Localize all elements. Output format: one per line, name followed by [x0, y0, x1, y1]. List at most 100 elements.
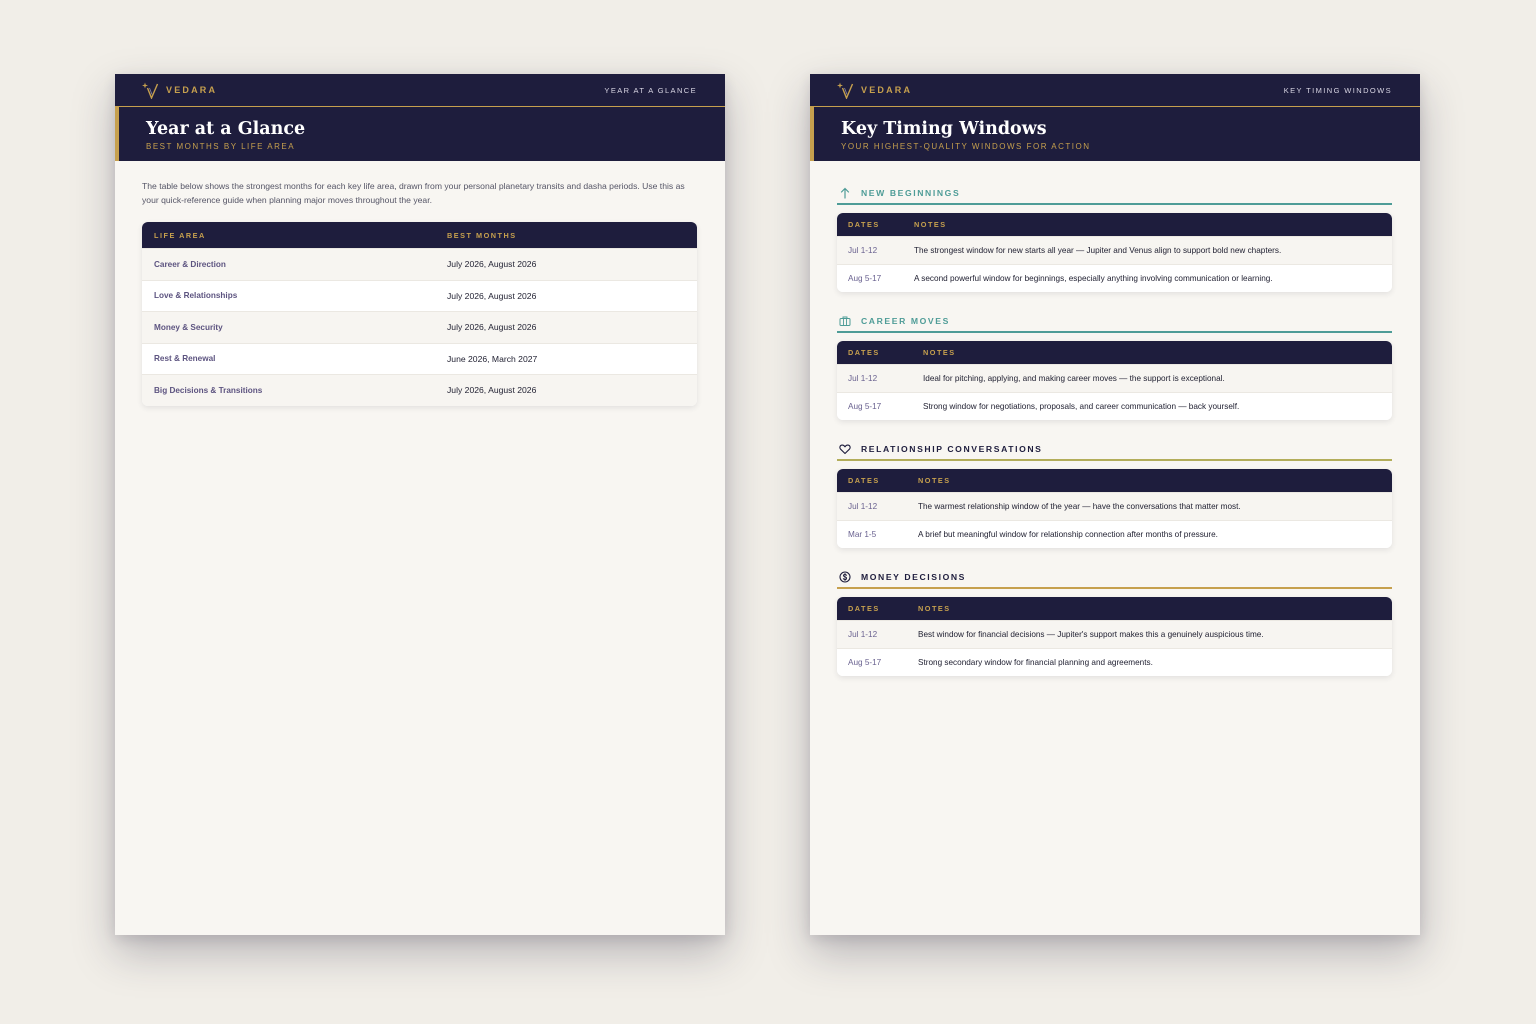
title-band: Year at a Glance BEST MONTHS BY LIFE ARE…	[115, 107, 725, 161]
table-header: DATES NOTES	[837, 469, 1392, 492]
table-header: DATES NOTES	[837, 597, 1392, 620]
section-title: NEW BEGINNINGS	[861, 188, 961, 198]
best-months-cell: July 2026, August 2026	[447, 290, 537, 301]
table-body: Career & Direction July 2026, August 202…	[142, 248, 697, 406]
column-header-life-area: LIFE AREA	[154, 230, 206, 240]
date-cell: Aug 5-17	[848, 274, 882, 283]
heart-icon	[839, 444, 851, 455]
life-area-cell: Big Decisions & Transitions	[154, 385, 263, 395]
section-title: CAREER MOVES	[861, 316, 950, 326]
column-header-dates: DATES	[848, 348, 880, 357]
date-cell: Jul 1-12	[848, 630, 878, 639]
table-header: DATES NOTES	[837, 213, 1392, 236]
column-header-dates: DATES	[848, 220, 880, 229]
best-months-cell: June 2026, March 2027	[447, 353, 538, 364]
brand-name: VEDARA	[166, 85, 218, 95]
best-months-cell: July 2026, August 2026	[447, 259, 537, 270]
table-row: Jul 1-12 The warmest relationship window…	[837, 492, 1392, 520]
page-title: Key Timing Windows	[841, 119, 1047, 139]
column-header-notes: NOTES	[918, 604, 951, 613]
table-row: Rest & Renewal June 2026, March 2027	[142, 342, 697, 374]
table-body: Jul 1-12 Ideal for pitching, applying, a…	[837, 364, 1392, 420]
table-body: Jul 1-12 The strongest window for new st…	[837, 236, 1392, 292]
timing-table: DATES NOTES Jul 1-12 Ideal for pitching,…	[837, 341, 1392, 420]
timing-table: DATES NOTES Jul 1-12 The warmest relatio…	[837, 469, 1392, 548]
timing-table: DATES NOTES Jul 1-12 Best window for fin…	[837, 597, 1392, 676]
page-header-bar: VEDARA KEY TIMING WINDOWS	[810, 74, 1420, 107]
header-section-label: YEAR AT A GLANCE	[604, 85, 697, 95]
column-header-dates: DATES	[848, 604, 880, 613]
note-cell: A second powerful window for beginnings,…	[914, 274, 1273, 283]
brand-name: VEDARA	[861, 85, 913, 95]
date-cell: Jul 1-12	[848, 246, 878, 255]
column-header-dates: DATES	[848, 476, 880, 485]
section-new-beginnings: NEW BEGINNINGS DATES NOTES Jul 1-12 The …	[837, 175, 1392, 292]
title-band: Key Timing Windows YOUR HIGHEST-QUALITY …	[810, 107, 1420, 161]
table-body: Jul 1-12 Best window for financial decis…	[837, 620, 1392, 676]
page-subtitle: BEST MONTHS BY LIFE AREA	[146, 142, 296, 152]
note-cell: Strong secondary window for financial pl…	[918, 658, 1153, 667]
life-area-cell: Career & Direction	[154, 259, 226, 269]
section-title: MONEY DECISIONS	[861, 572, 967, 582]
section-relationship-conversations: RELATIONSHIP CONVERSATIONS DATES NOTES J…	[837, 431, 1392, 548]
section-header: MONEY DECISIONS	[837, 559, 1392, 589]
table-row: Aug 5-17 Strong window for negotiations,…	[837, 392, 1392, 420]
date-cell: Mar 1-5	[848, 530, 877, 539]
note-cell: Ideal for pitching, applying, and making…	[923, 374, 1225, 383]
briefcase-icon	[839, 316, 851, 326]
section-title: RELATIONSHIP CONVERSATIONS	[861, 444, 1043, 454]
section-money-decisions: MONEY DECISIONS DATES NOTES Jul 1-12 Bes…	[837, 559, 1392, 676]
table-header: LIFE AREA BEST MONTHS	[142, 222, 697, 248]
table-row: Aug 5-17 A second powerful window for be…	[837, 264, 1392, 292]
date-cell: Jul 1-12	[848, 502, 878, 511]
table-body: Jul 1-12 The warmest relationship window…	[837, 492, 1392, 548]
page-header-bar: VEDARA YEAR AT A GLANCE	[115, 74, 725, 107]
brand: VEDARA	[142, 81, 217, 99]
header-section-label: KEY TIMING WINDOWS	[1283, 85, 1392, 95]
life-area-cell: Rest & Renewal	[154, 354, 216, 364]
table-row: Jul 1-12 Best window for financial decis…	[837, 620, 1392, 648]
timing-table: DATES NOTES Jul 1-12 The strongest windo…	[837, 213, 1392, 292]
column-header-notes: NOTES	[923, 348, 956, 357]
table-row: Big Decisions & Transitions July 2026, A…	[142, 374, 697, 406]
vedara-logo-icon	[142, 82, 159, 99]
section-header: CAREER MOVES	[837, 303, 1392, 333]
page-key-timing-windows: VEDARA KEY TIMING WINDOWS Key Timing Win…	[810, 74, 1420, 935]
note-cell: A brief but meaningful window for relati…	[918, 530, 1218, 539]
table-header: DATES NOTES	[837, 341, 1392, 364]
table-row: Jul 1-12 Ideal for pitching, applying, a…	[837, 364, 1392, 392]
section-career-moves: CAREER MOVES DATES NOTES Jul 1-12 Ideal …	[837, 303, 1392, 420]
life-area-cell: Love & Relationships	[154, 291, 238, 301]
table-row: Aug 5-17 Strong secondary window for fin…	[837, 648, 1392, 676]
section-header: RELATIONSHIP CONVERSATIONS	[837, 431, 1392, 461]
note-cell: The strongest window for new starts all …	[914, 246, 1282, 255]
date-cell: Jul 1-12	[848, 374, 878, 383]
intro-paragraph: The table below shows the strongest mont…	[142, 181, 685, 205]
page-year-at-a-glance: VEDARA YEAR AT A GLANCE Year at a Glance…	[115, 74, 725, 935]
dollar-circle-icon	[839, 571, 851, 583]
table-row: Career & Direction July 2026, August 202…	[142, 248, 697, 280]
page-content: The table below shows the strongest mont…	[115, 179, 725, 406]
note-cell: Strong window for negotiations, proposal…	[923, 402, 1240, 411]
page-title: Year at a Glance	[146, 119, 306, 139]
page-content: NEW BEGINNINGS DATES NOTES Jul 1-12 The …	[810, 161, 1420, 676]
life-area-cell: Money & Security	[154, 322, 223, 332]
brand: VEDARA	[837, 81, 912, 99]
table-row: Love & Relationships July 2026, August 2…	[142, 279, 697, 311]
date-cell: Aug 5-17	[848, 402, 882, 411]
vedara-logo-icon	[837, 82, 854, 99]
table-row: Jul 1-12 The strongest window for new st…	[837, 236, 1392, 264]
best-months-table: LIFE AREA BEST MONTHS Career & Direction…	[142, 222, 697, 406]
column-header-notes: NOTES	[918, 476, 951, 485]
arrow-up-icon	[840, 187, 850, 199]
date-cell: Aug 5-17	[848, 658, 882, 667]
best-months-cell: July 2026, August 2026	[447, 322, 537, 333]
page-subtitle: YOUR HIGHEST-QUALITY WINDOWS FOR ACTION	[841, 142, 1091, 152]
table-row: Mar 1-5 A brief but meaningful window fo…	[837, 520, 1392, 548]
note-cell: The warmest relationship window of the y…	[918, 502, 1241, 511]
note-cell: Best window for financial decisions — Ju…	[918, 630, 1264, 639]
best-months-cell: July 2026, August 2026	[447, 385, 537, 396]
column-header-best-months: BEST MONTHS	[447, 230, 517, 240]
column-header-notes: NOTES	[914, 220, 947, 229]
table-row: Money & Security July 2026, August 2026	[142, 311, 697, 343]
